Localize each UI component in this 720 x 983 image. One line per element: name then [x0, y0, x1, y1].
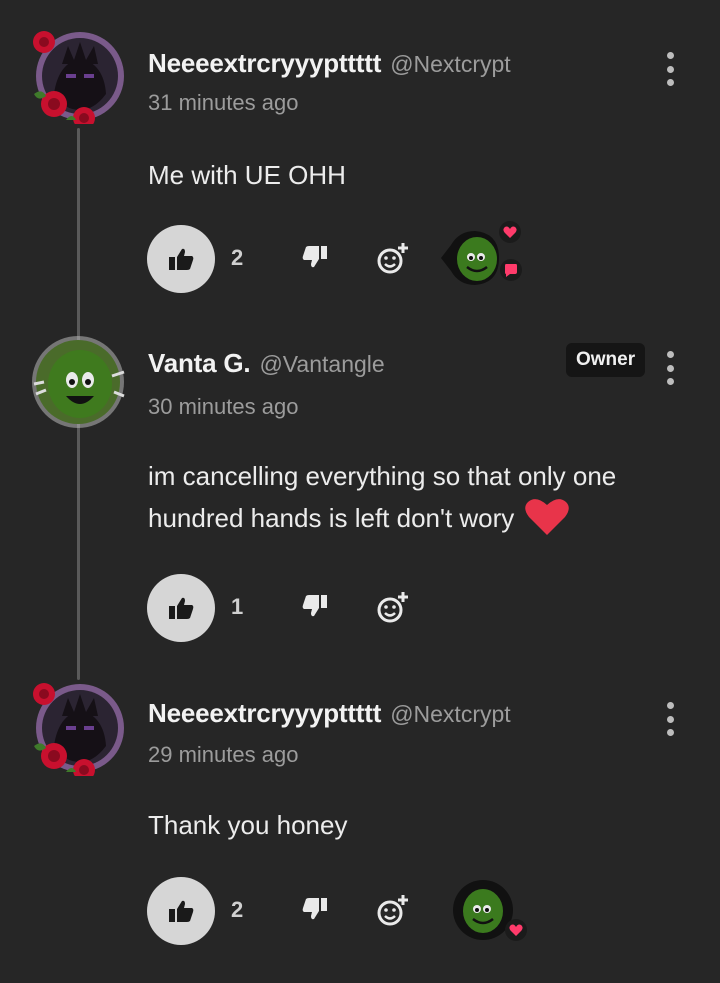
like-button[interactable] — [147, 225, 215, 293]
creator-reaction — [437, 871, 537, 951]
red-heart-emoji — [524, 499, 569, 535]
heart-badge — [499, 221, 521, 243]
add-emoji-icon — [377, 592, 408, 623]
more-options-button[interactable] — [662, 702, 678, 736]
like-count: 2 — [231, 245, 244, 270]
comment-timestamp: 29 minutes ago — [148, 742, 299, 767]
like-button[interactable] — [147, 877, 215, 945]
dislike-button[interactable] — [302, 594, 332, 624]
avatar[interactable] — [28, 332, 128, 432]
author-name[interactable]: Neeeextrcryyypttttt — [148, 48, 381, 79]
dislike-button[interactable] — [302, 897, 332, 927]
thumbs-down-icon — [302, 246, 327, 268]
comment-actions: 2 — [147, 877, 567, 945]
thumbs-down-icon — [302, 595, 327, 617]
owner-badge: Owner — [566, 343, 646, 377]
like-count: 2 — [231, 897, 244, 922]
thumbs-up-icon — [169, 248, 194, 270]
comment-actions: 1 — [147, 574, 567, 642]
creator-reaction — [437, 219, 537, 299]
author-name[interactable]: Neeeextrcryyypttttt — [148, 698, 381, 729]
more-options-button[interactable] — [662, 351, 678, 385]
add-reaction-button[interactable] — [375, 241, 411, 277]
add-emoji-icon — [377, 895, 408, 926]
comment-text: Thank you honey — [148, 810, 348, 840]
author-name[interactable]: Vanta G. — [148, 348, 251, 379]
comment-header: Neeeextrcryyypttttt @Nextcrypt — [148, 698, 511, 729]
avatar[interactable] — [28, 676, 128, 776]
comment-header: Vanta G. @Vantangle — [148, 348, 385, 379]
add-emoji-icon — [377, 243, 408, 274]
comment-text: Me with UE OHH — [148, 160, 346, 190]
reply-badge — [500, 259, 522, 281]
thumbs-up-icon — [169, 900, 194, 922]
heart-icon — [503, 226, 517, 238]
thumbs-down-icon — [302, 898, 327, 920]
add-reaction-button[interactable] — [375, 590, 411, 626]
comment-body: im cancelling everything so that only on… — [148, 455, 688, 539]
avatar[interactable] — [28, 24, 128, 124]
chat-bubble-icon — [505, 264, 517, 277]
like-count: 1 — [231, 594, 244, 619]
author-handle[interactable]: @Nextcrypt — [390, 701, 510, 728]
more-options-button[interactable] — [662, 52, 678, 86]
author-handle[interactable]: @Vantangle — [259, 351, 384, 378]
add-reaction-button[interactable] — [375, 893, 411, 929]
creator-avatar — [441, 231, 499, 285]
heart-badge — [505, 919, 527, 941]
comment-header: Neeeextrcryyypttttt @Nextcrypt — [148, 48, 511, 79]
comment-actions: 2 — [147, 221, 567, 293]
author-handle[interactable]: @Nextcrypt — [390, 51, 510, 78]
heart-icon — [509, 924, 523, 936]
comment-timestamp: 30 minutes ago — [148, 394, 299, 419]
thumbs-up-icon — [169, 597, 194, 619]
like-button[interactable] — [147, 574, 215, 642]
dislike-button[interactable] — [302, 245, 332, 275]
comment-timestamp: 31 minutes ago — [148, 90, 299, 115]
